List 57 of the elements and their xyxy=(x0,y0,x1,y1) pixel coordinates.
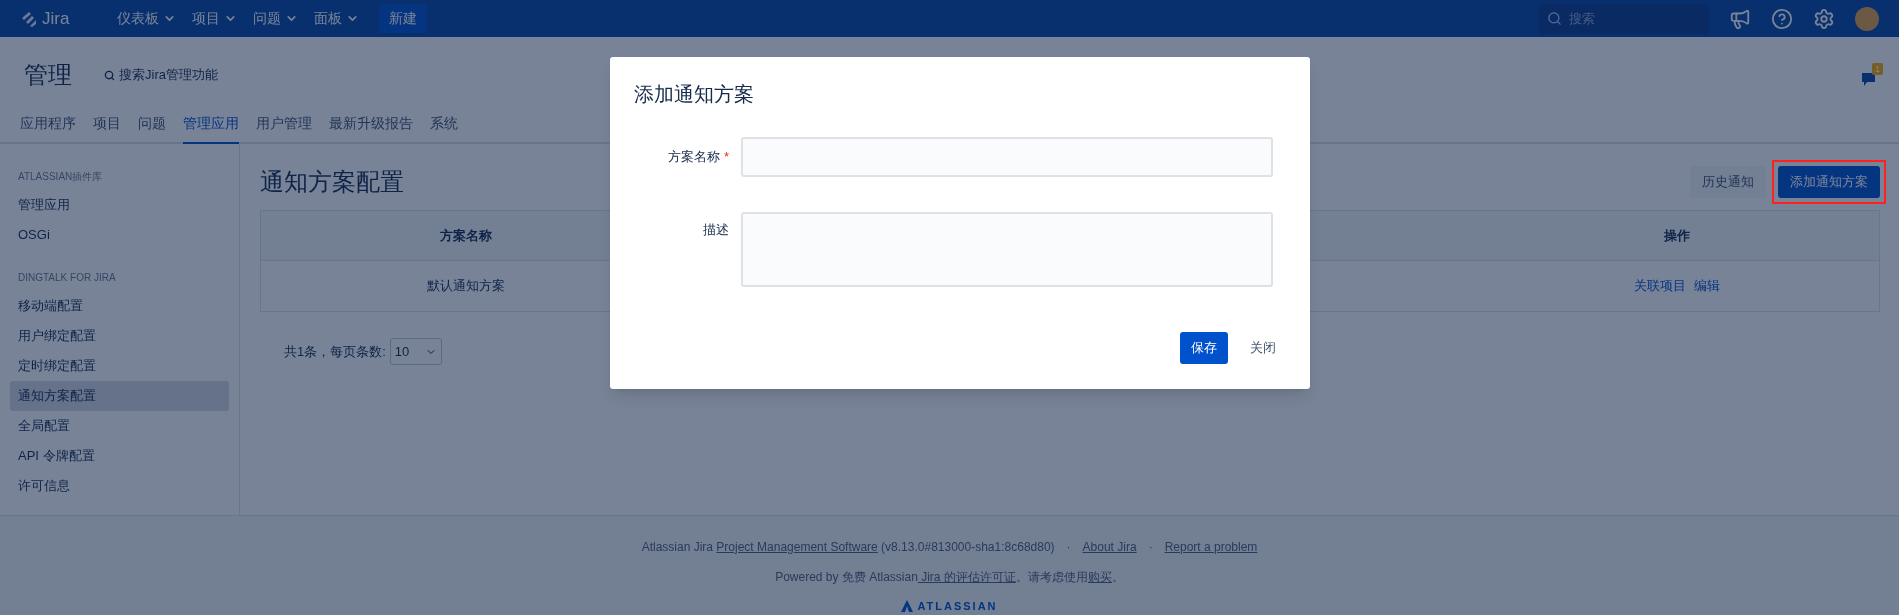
footer-text: Atlassian Jira xyxy=(641,539,715,556)
help-icon[interactable] xyxy=(1771,7,1793,30)
sidebar-item[interactable]: 通知方案配置 xyxy=(10,381,229,411)
footer-link[interactable]: Jira 的评估许可证 xyxy=(917,568,1016,586)
table-cell-text: 默认通知方案 xyxy=(426,277,506,296)
admin-search-link[interactable]: 搜索Jira管理功能 xyxy=(104,65,218,85)
nav-menu[interactable]: 仪表板 xyxy=(117,8,177,29)
footer-link[interactable]: 购买 xyxy=(1087,568,1112,586)
add-scheme-button[interactable]: 添加通知方案 xyxy=(1778,166,1880,198)
action-link[interactable]: 编辑 xyxy=(1693,276,1720,296)
create-button[interactable]: 新建 xyxy=(379,4,428,33)
sidebar-heading: DINGTALK FOR JIRA xyxy=(17,271,117,285)
logo-icon xyxy=(20,9,38,28)
description-field[interactable] xyxy=(741,212,1273,287)
separator-dot: · xyxy=(1066,539,1071,556)
page-size-select[interactable]: 10 xyxy=(389,338,442,365)
user-avatar[interactable] xyxy=(1855,6,1879,31)
field-label: 方案名称 xyxy=(667,148,720,167)
search-icon xyxy=(104,69,115,81)
column-header: 方案名称 xyxy=(439,226,493,245)
name-field[interactable] xyxy=(741,137,1273,177)
column-header: 操作 xyxy=(1662,226,1691,245)
page-heading: 管理 xyxy=(24,60,72,90)
footer-text: 。请考虑使用 xyxy=(1015,569,1088,586)
separator-dot: · xyxy=(1148,539,1153,556)
admin-tab[interactable]: 系统 xyxy=(430,113,458,142)
admin-tab[interactable]: 应用程序 xyxy=(20,113,76,142)
megaphone-icon[interactable] xyxy=(1729,7,1751,30)
history-button[interactable]: 历史通知 xyxy=(1690,166,1766,198)
nav-menu[interactable]: 面板 xyxy=(314,8,360,29)
atlassian-logo-text: ATLASSIAN xyxy=(917,599,998,614)
logo-icon xyxy=(901,600,914,613)
action-link[interactable]: 关联项目 xyxy=(1633,276,1686,296)
footer-link[interactable]: Report a problem xyxy=(1164,538,1258,556)
close-button[interactable]: 关闭 xyxy=(1244,332,1282,364)
search-field[interactable]: 搜索 xyxy=(1539,3,1709,34)
footer-text: Powered by 免费 Atlassian xyxy=(775,569,918,586)
dialog-title: 添加通知方案 xyxy=(634,82,755,107)
field-label: 描述 xyxy=(703,221,729,239)
section-title: 通知方案配置 xyxy=(260,167,404,197)
admin-tab[interactable]: 最新升级报告 xyxy=(329,113,413,142)
admin-tab[interactable]: 管理应用 xyxy=(183,113,239,144)
pagination-summary: 共1条，每页条数: xyxy=(284,342,386,361)
admin-tab[interactable]: 项目 xyxy=(93,113,121,142)
footer-text: 。 xyxy=(1111,569,1124,586)
nav-menu[interactable]: 项目 xyxy=(192,8,238,29)
admin-tab[interactable]: 用户管理 xyxy=(256,113,312,142)
required-mark: * xyxy=(723,148,729,167)
nav-menu[interactable]: 问题 xyxy=(253,8,299,29)
logo-text[interactable]: Jira xyxy=(42,5,70,32)
save-button[interactable]: 保存 xyxy=(1180,332,1228,364)
footer-text: (v8.13.0#813000-sha1:8c68d80) xyxy=(880,539,1055,556)
search-icon xyxy=(1547,10,1562,26)
settings-icon[interactable] xyxy=(1813,7,1835,30)
admin-tab[interactable]: 问题 xyxy=(138,113,166,142)
footer-link[interactable]: Project Management Software xyxy=(716,538,878,556)
footer-link[interactable]: About Jira xyxy=(1082,538,1137,556)
